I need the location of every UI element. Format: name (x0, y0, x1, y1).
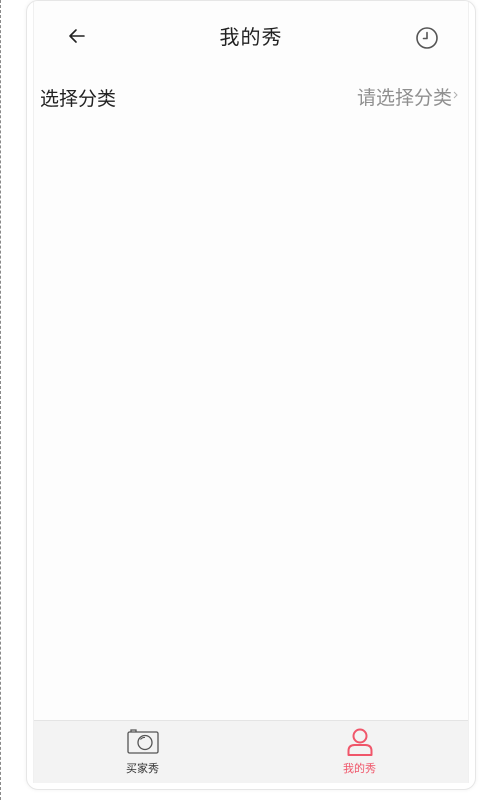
page-title: 我的秀 (219, 25, 283, 49)
phone-frame: 我的秀 选择分类 请选择分类 买家秀 我的秀 (26, 0, 476, 790)
clock-icon (416, 27, 438, 49)
bottom-tabbar: 买家秀 我的秀 (34, 720, 468, 783)
category-placeholder[interactable]: 请选择分类 (357, 83, 452, 110)
tab-my-show[interactable]: 我的秀 (251, 721, 468, 783)
tab-buyer-show[interactable]: 买家秀 (34, 721, 251, 783)
nav-header: 我的秀 (34, 1, 468, 75)
app-screen: 我的秀 选择分类 请选择分类 买家秀 我的秀 (33, 1, 469, 783)
user-icon (347, 728, 372, 756)
chevron-right-icon (453, 91, 458, 99)
tab-label: 我的秀 (343, 762, 376, 775)
tab-label: 买家秀 (126, 762, 159, 775)
history-button[interactable] (414, 25, 440, 51)
page: 我的秀 选择分类 请选择分类 买家秀 我的秀 (0, 0, 491, 800)
category-label: 选择分类 (40, 88, 117, 110)
divider (0, 0, 1, 800)
camera-icon (126, 729, 159, 754)
category-selector[interactable]: 选择分类 请选择分类 (34, 75, 468, 119)
